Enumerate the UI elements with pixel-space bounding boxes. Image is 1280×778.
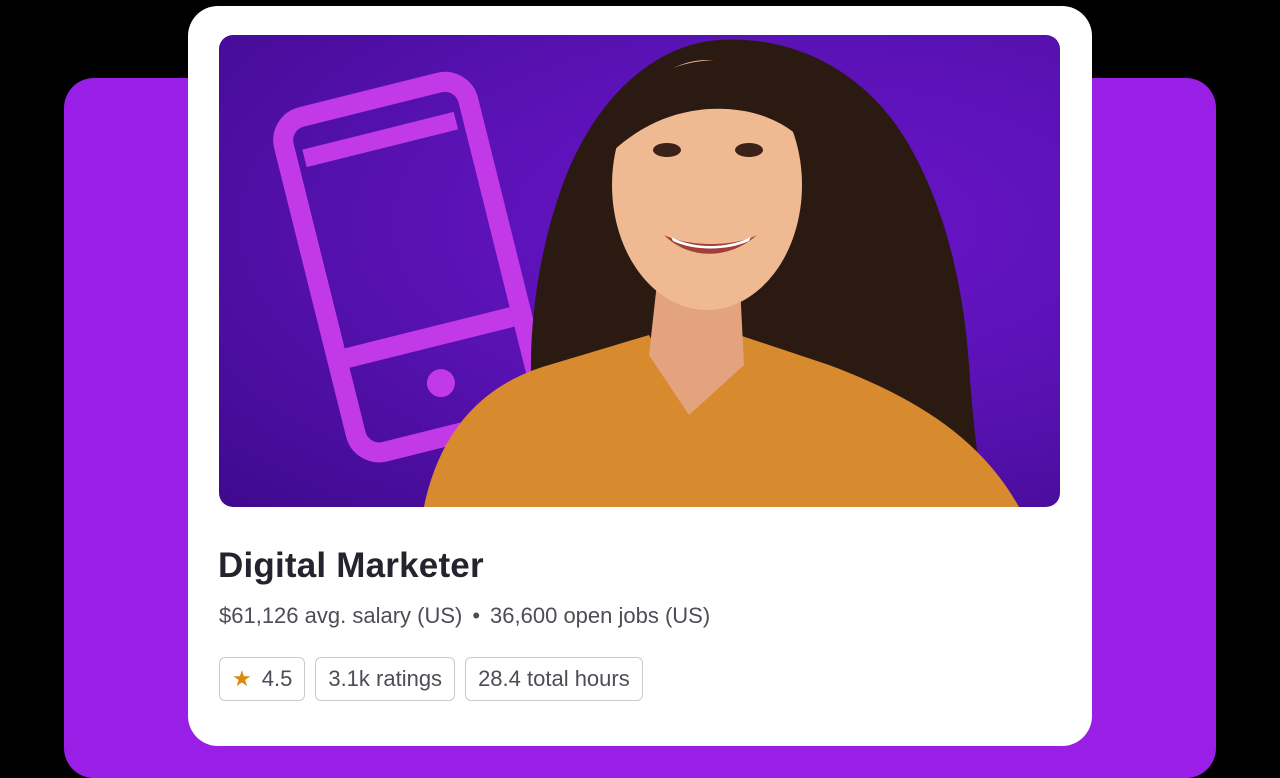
career-title: Digital Marketer — [218, 546, 484, 585]
career-meta: $61,126 avg. salary (US) • 36,600 open job… — [219, 603, 710, 629]
ratings-count-tag[interactable]: 3.1k ratings — [315, 657, 456, 701]
career-card[interactable]: Digital Marketer $61,126 avg. salary (US… — [188, 6, 1092, 746]
avg-salary: $61,126 avg. salary (US) — [219, 603, 463, 628]
rating-tag[interactable]: ★ 4.5 — [219, 657, 306, 701]
ratings-count: 3.1k ratings — [328, 666, 443, 691]
meta-separator: • — [472, 603, 481, 628]
hero-illustration — [273, 39, 1019, 507]
open-jobs: 36,600 open jobs (US) — [490, 603, 711, 628]
total-hours-tag[interactable]: 28.4 total hours — [465, 657, 643, 701]
hero-image — [219, 35, 1060, 507]
stats-tags: ★ 4.5 3.1k ratings 28.4 total hours — [219, 657, 643, 701]
star-icon: ★ — [232, 666, 252, 691]
total-hours: 28.4 total hours — [478, 666, 630, 691]
rating-value: 4.5 — [261, 666, 293, 691]
